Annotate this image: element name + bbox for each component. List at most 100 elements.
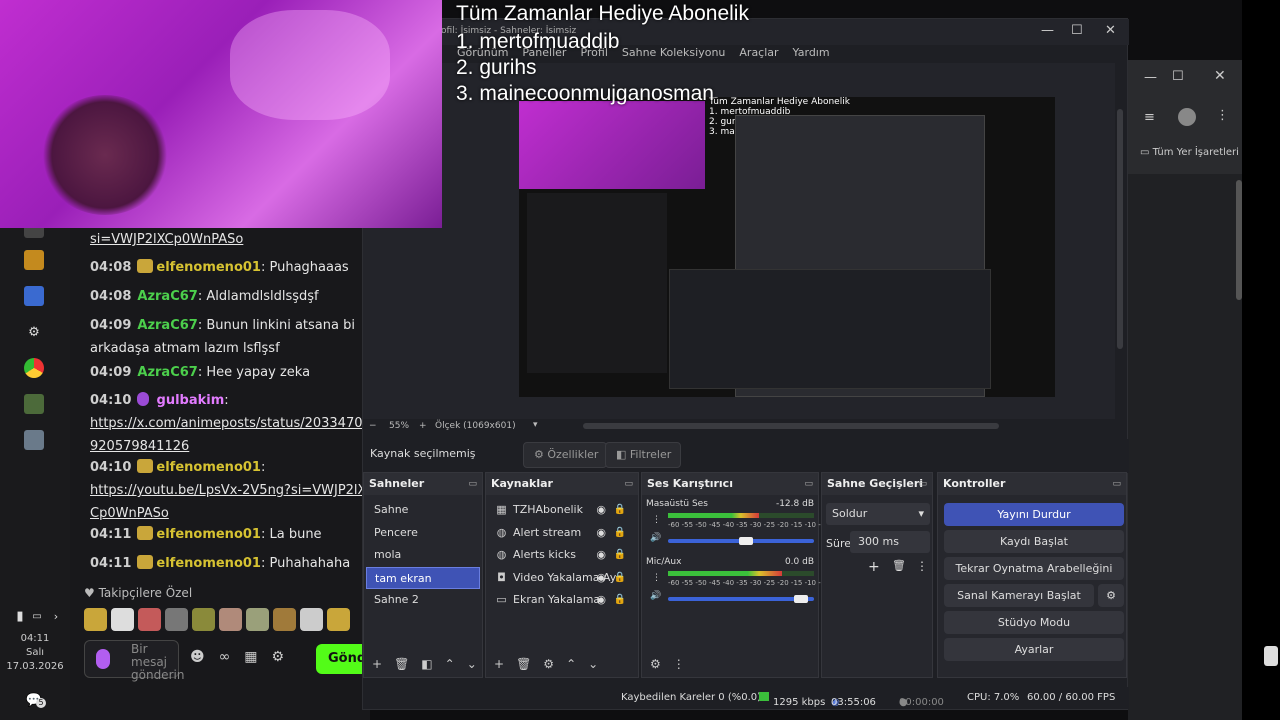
source-item[interactable]: ▭ Ekran Yakalama ◉ 🔒 bbox=[488, 589, 636, 612]
source-item[interactable]: ▦ TZHAbonelik ◉ 🔒 bbox=[488, 499, 636, 522]
volume-slider[interactable] bbox=[668, 595, 814, 603]
zoom-in-icon[interactable]: + bbox=[419, 421, 427, 431]
close-icon[interactable]: ✕ bbox=[1105, 23, 1116, 38]
scene-item[interactable]: Sahne bbox=[366, 499, 480, 522]
chat-username[interactable]: AzraC67 bbox=[137, 289, 197, 304]
gear-icon[interactable]: ⚙ bbox=[24, 322, 44, 342]
duration-input[interactable]: 300 ms bbox=[850, 531, 930, 553]
menu-scene-collection[interactable]: Sahne Koleksiyonu bbox=[622, 46, 726, 59]
eye-icon[interactable]: ◉ bbox=[596, 522, 606, 545]
popout-icon[interactable]: ▭ bbox=[1112, 473, 1121, 495]
lock-icon[interactable]: 🔒 bbox=[614, 567, 626, 590]
speaker-icon[interactable]: 🔊 bbox=[650, 591, 661, 601]
maximize-icon[interactable]: ☐ bbox=[1172, 69, 1184, 84]
scene-item[interactable]: mola bbox=[366, 544, 480, 567]
sublime-icon[interactable] bbox=[24, 250, 44, 270]
emote[interactable] bbox=[138, 608, 161, 631]
replay-buffer-button[interactable]: Tekrar Oynatma Arabelleğini Başlat bbox=[944, 557, 1124, 598]
more-menu-icon[interactable]: ⋮ bbox=[916, 559, 928, 573]
filters-button[interactable]: ◧ Filtreler bbox=[605, 442, 681, 468]
add-icon[interactable]: + bbox=[494, 657, 504, 671]
side-widget-icon[interactable] bbox=[1264, 646, 1278, 666]
lock-icon[interactable]: 🔒 bbox=[614, 544, 626, 567]
emote[interactable] bbox=[327, 608, 350, 631]
minimize-icon[interactable]: — bbox=[1144, 70, 1157, 85]
chevron-up-icon[interactable]: ⌃ bbox=[445, 657, 455, 671]
add-icon[interactable]: + bbox=[372, 657, 382, 671]
source-item[interactable]: ◍ Alerts kicks ◉ 🔒 bbox=[488, 544, 636, 567]
scene-item[interactable]: Sahne 2 bbox=[366, 589, 480, 612]
chat-username[interactable]: AzraC67 bbox=[137, 365, 197, 380]
emote-picker-icon[interactable]: ☻ bbox=[190, 649, 205, 665]
chat-username[interactable]: elfenomeno01 bbox=[156, 460, 261, 475]
chat-username[interactable]: elfenomeno01 bbox=[156, 260, 261, 275]
chat-username[interactable]: AzraC67 bbox=[137, 318, 197, 333]
chat-link[interactable]: https://youtu.be/LpsVx-2V5ng?si=VWJP2lXC… bbox=[90, 483, 366, 521]
source-item[interactable]: ◍ Alert stream ◉ 🔒 bbox=[488, 522, 636, 545]
menu-help[interactable]: Yardım bbox=[793, 46, 830, 59]
emote[interactable] bbox=[165, 608, 188, 631]
lock-icon[interactable]: 🔒 bbox=[614, 589, 626, 612]
add-icon[interactable]: + bbox=[868, 559, 880, 575]
preview-canvas[interactable]: Tüm Zamanlar Hediye Abonelik 1. mertofmu… bbox=[519, 97, 1055, 397]
lock-icon[interactable]: 🔒 bbox=[614, 522, 626, 545]
emote[interactable] bbox=[246, 608, 269, 631]
chevron-right-icon[interactable]: › bbox=[50, 606, 62, 626]
trash-icon[interactable]: 🗑 bbox=[892, 559, 906, 572]
start-recording-button[interactable]: Kaydı Başlat bbox=[944, 530, 1124, 553]
scene-item[interactable]: Pencere bbox=[366, 522, 480, 545]
maximize-icon[interactable]: ☐ bbox=[1071, 23, 1083, 38]
minimize-icon[interactable]: — bbox=[1041, 23, 1054, 38]
popout-icon[interactable]: ▭ bbox=[468, 473, 477, 495]
lock-icon[interactable]: 🔒 bbox=[614, 499, 626, 522]
chrome-icon[interactable] bbox=[24, 358, 44, 378]
chat-link[interactable]: https://x.com/animeposts/status/20334709… bbox=[90, 416, 363, 454]
chat-username[interactable]: elfenomeno01 bbox=[156, 527, 261, 542]
emote[interactable] bbox=[111, 608, 134, 631]
network-icon[interactable]: ▭ bbox=[30, 606, 44, 626]
properties-button[interactable]: ⚙ Özellikler bbox=[523, 442, 607, 468]
volume-knob[interactable] bbox=[794, 595, 809, 603]
emote[interactable] bbox=[273, 608, 296, 631]
clock[interactable]: 04:11 Salı 17.03.2026 bbox=[0, 632, 70, 674]
volume-slider[interactable] bbox=[668, 537, 814, 545]
chat-username[interactable]: elfenomeno01 bbox=[156, 556, 261, 571]
more-menu-icon[interactable]: ⋮ bbox=[673, 657, 685, 671]
file-icon[interactable] bbox=[24, 430, 44, 450]
channel-points-icon[interactable]: ∞ bbox=[219, 649, 231, 665]
store-icon[interactable]: ▦ bbox=[244, 649, 257, 665]
eye-icon[interactable]: ◉ bbox=[596, 544, 606, 567]
chevron-down-icon[interactable]: ⌄ bbox=[588, 657, 598, 671]
eye-icon[interactable]: ◉ bbox=[596, 589, 606, 612]
chat-settings-icon[interactable]: ⚙ bbox=[272, 649, 285, 665]
browser-scrollbar[interactable] bbox=[1236, 180, 1242, 300]
filter-icon[interactable]: ◧ bbox=[421, 657, 432, 671]
reading-list-icon[interactable]: ≡ bbox=[1144, 110, 1155, 125]
volume-knob[interactable] bbox=[738, 537, 753, 545]
zoom-out-icon[interactable]: − bbox=[369, 421, 377, 431]
eye-icon[interactable]: ◉ bbox=[596, 567, 606, 590]
close-icon[interactable]: ✕ bbox=[1214, 68, 1226, 84]
bookmarks-folder[interactable]: ▭ Tüm Yer İşaretleri bbox=[1140, 147, 1239, 158]
emote[interactable] bbox=[84, 608, 107, 631]
emote[interactable] bbox=[192, 608, 215, 631]
popout-icon[interactable]: ▭ bbox=[804, 473, 813, 495]
more-menu-icon[interactable]: ⋮ bbox=[1216, 108, 1229, 123]
virtual-camera-button[interactable]: Sanal Kamerayı Başlat bbox=[944, 584, 1094, 607]
chat-link[interactable]: si=VWJP2lXCp0WnPASo bbox=[90, 232, 243, 247]
scene-item-selected[interactable]: tam ekran bbox=[366, 566, 480, 589]
eye-icon[interactable]: ◉ bbox=[596, 499, 606, 522]
virtual-camera-settings-icon[interactable]: ⚙ bbox=[1098, 584, 1124, 607]
trash-icon[interactable]: 🗑 bbox=[394, 657, 409, 671]
trash-icon[interactable]: 🗑 bbox=[516, 657, 531, 671]
popout-icon[interactable]: ▭ bbox=[918, 473, 927, 495]
mic-icon[interactable] bbox=[96, 649, 110, 669]
popout-icon[interactable]: ▭ bbox=[624, 473, 633, 495]
transition-select[interactable]: Soldur ▾ bbox=[826, 503, 930, 525]
chevron-up-icon[interactable]: ⌃ bbox=[566, 657, 576, 671]
speaker-icon[interactable]: 🔊 bbox=[650, 533, 661, 543]
more-menu-icon[interactable]: ⋮ bbox=[652, 573, 661, 583]
source-item[interactable]: ◘ Video Yakalama Ay ◉ 🔒 bbox=[488, 567, 636, 590]
chevron-down-icon[interactable]: ⌄ bbox=[467, 657, 477, 671]
preview-scrollbar-h[interactable] bbox=[583, 423, 999, 429]
